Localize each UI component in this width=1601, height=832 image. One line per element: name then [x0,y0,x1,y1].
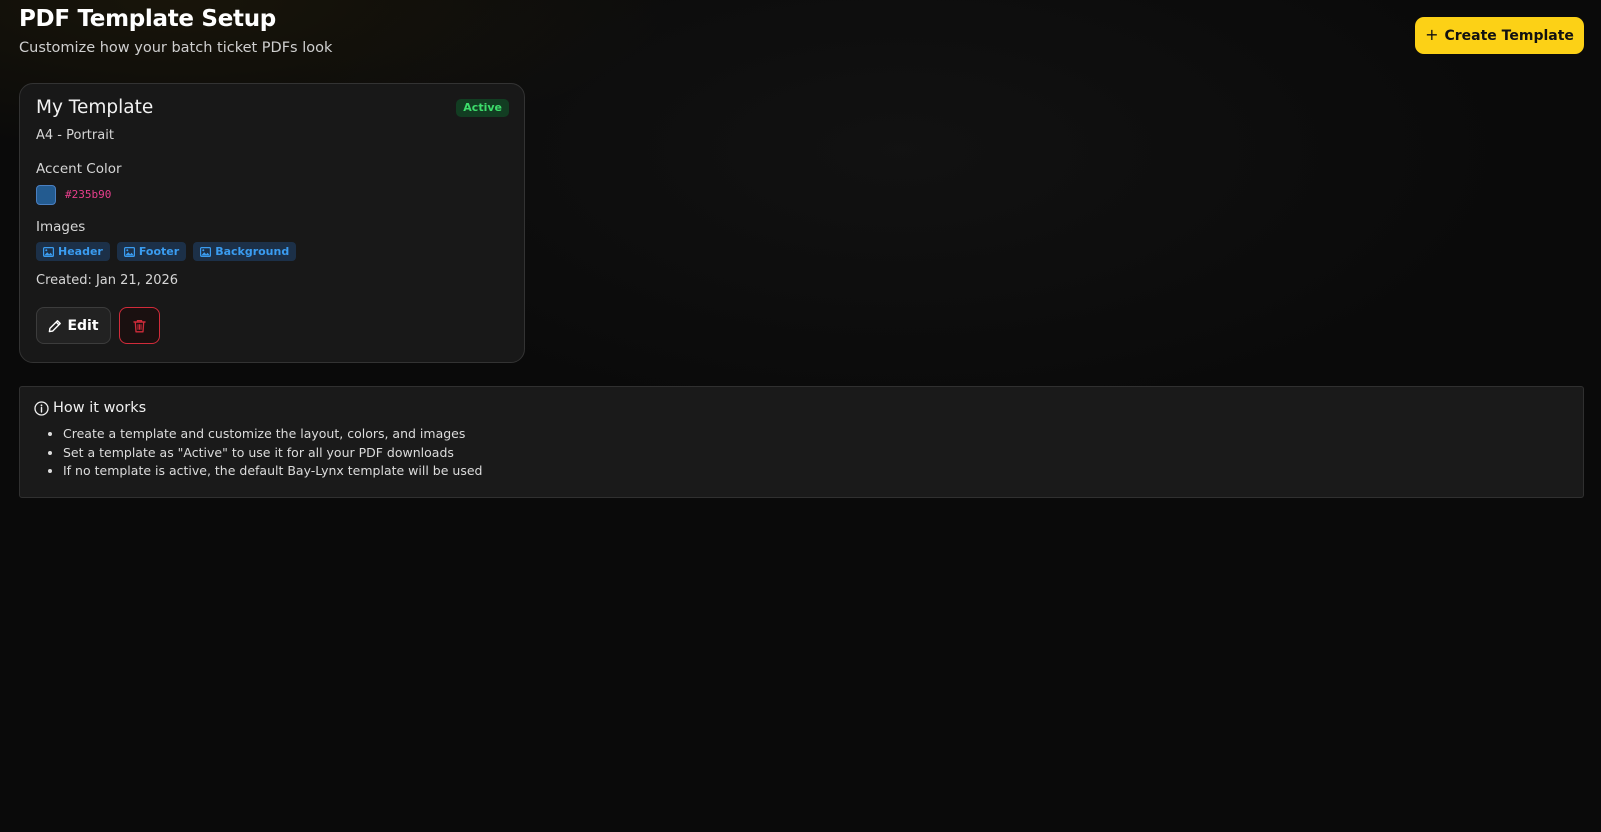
page-title: PDF Template Setup [19,6,276,32]
image-icon [43,246,54,257]
pencil-icon [49,319,62,332]
image-chip-footer: Footer [116,242,187,261]
page-subtitle: Customize how your batch ticket PDFs loo… [19,40,333,56]
delete-button[interactable] [119,307,160,344]
template-name: My Template [36,97,154,118]
template-card: My Template Active A4 - Portrait Accent … [19,83,525,363]
info-list: Create a template and customize the layo… [34,425,482,481]
image-icon [123,246,135,257]
info-title-text: How it works [53,400,147,416]
image-chip-label: Header [58,245,103,258]
image-icon [200,246,212,257]
image-chip-label: Background [215,245,290,258]
plus-icon: + [1425,24,1439,44]
images-label: Images [36,219,86,235]
info-title: How it works [34,400,146,416]
info-item: Create a template and customize the layo… [63,425,482,444]
how-it-works-panel: How it works Create a template and custo… [19,386,1584,498]
create-template-button[interactable]: + Create Template [1415,17,1584,54]
info-item: If no template is active, the default Ba… [63,462,482,481]
image-chip-background: Background [193,242,297,261]
create-template-label: Create Template [1444,27,1574,44]
trash-icon [133,319,146,332]
accent-color-value: #235b90 [65,188,112,201]
info-item: Set a template as "Active" to use it for… [63,444,482,463]
image-chip-label: Footer [138,245,180,258]
image-chips: Header Footer Background [36,242,297,261]
accent-color-swatch [36,185,56,205]
accent-color-label: Accent Color [36,161,122,177]
edit-label: Edit [67,317,99,334]
image-chip-header: Header [36,242,110,261]
template-format: A4 - Portrait [36,128,114,143]
info-icon [34,400,49,416]
status-badge: Active [456,99,509,117]
created-date: Created: Jan 21, 2026 [36,273,179,288]
edit-button[interactable]: Edit [36,307,111,344]
